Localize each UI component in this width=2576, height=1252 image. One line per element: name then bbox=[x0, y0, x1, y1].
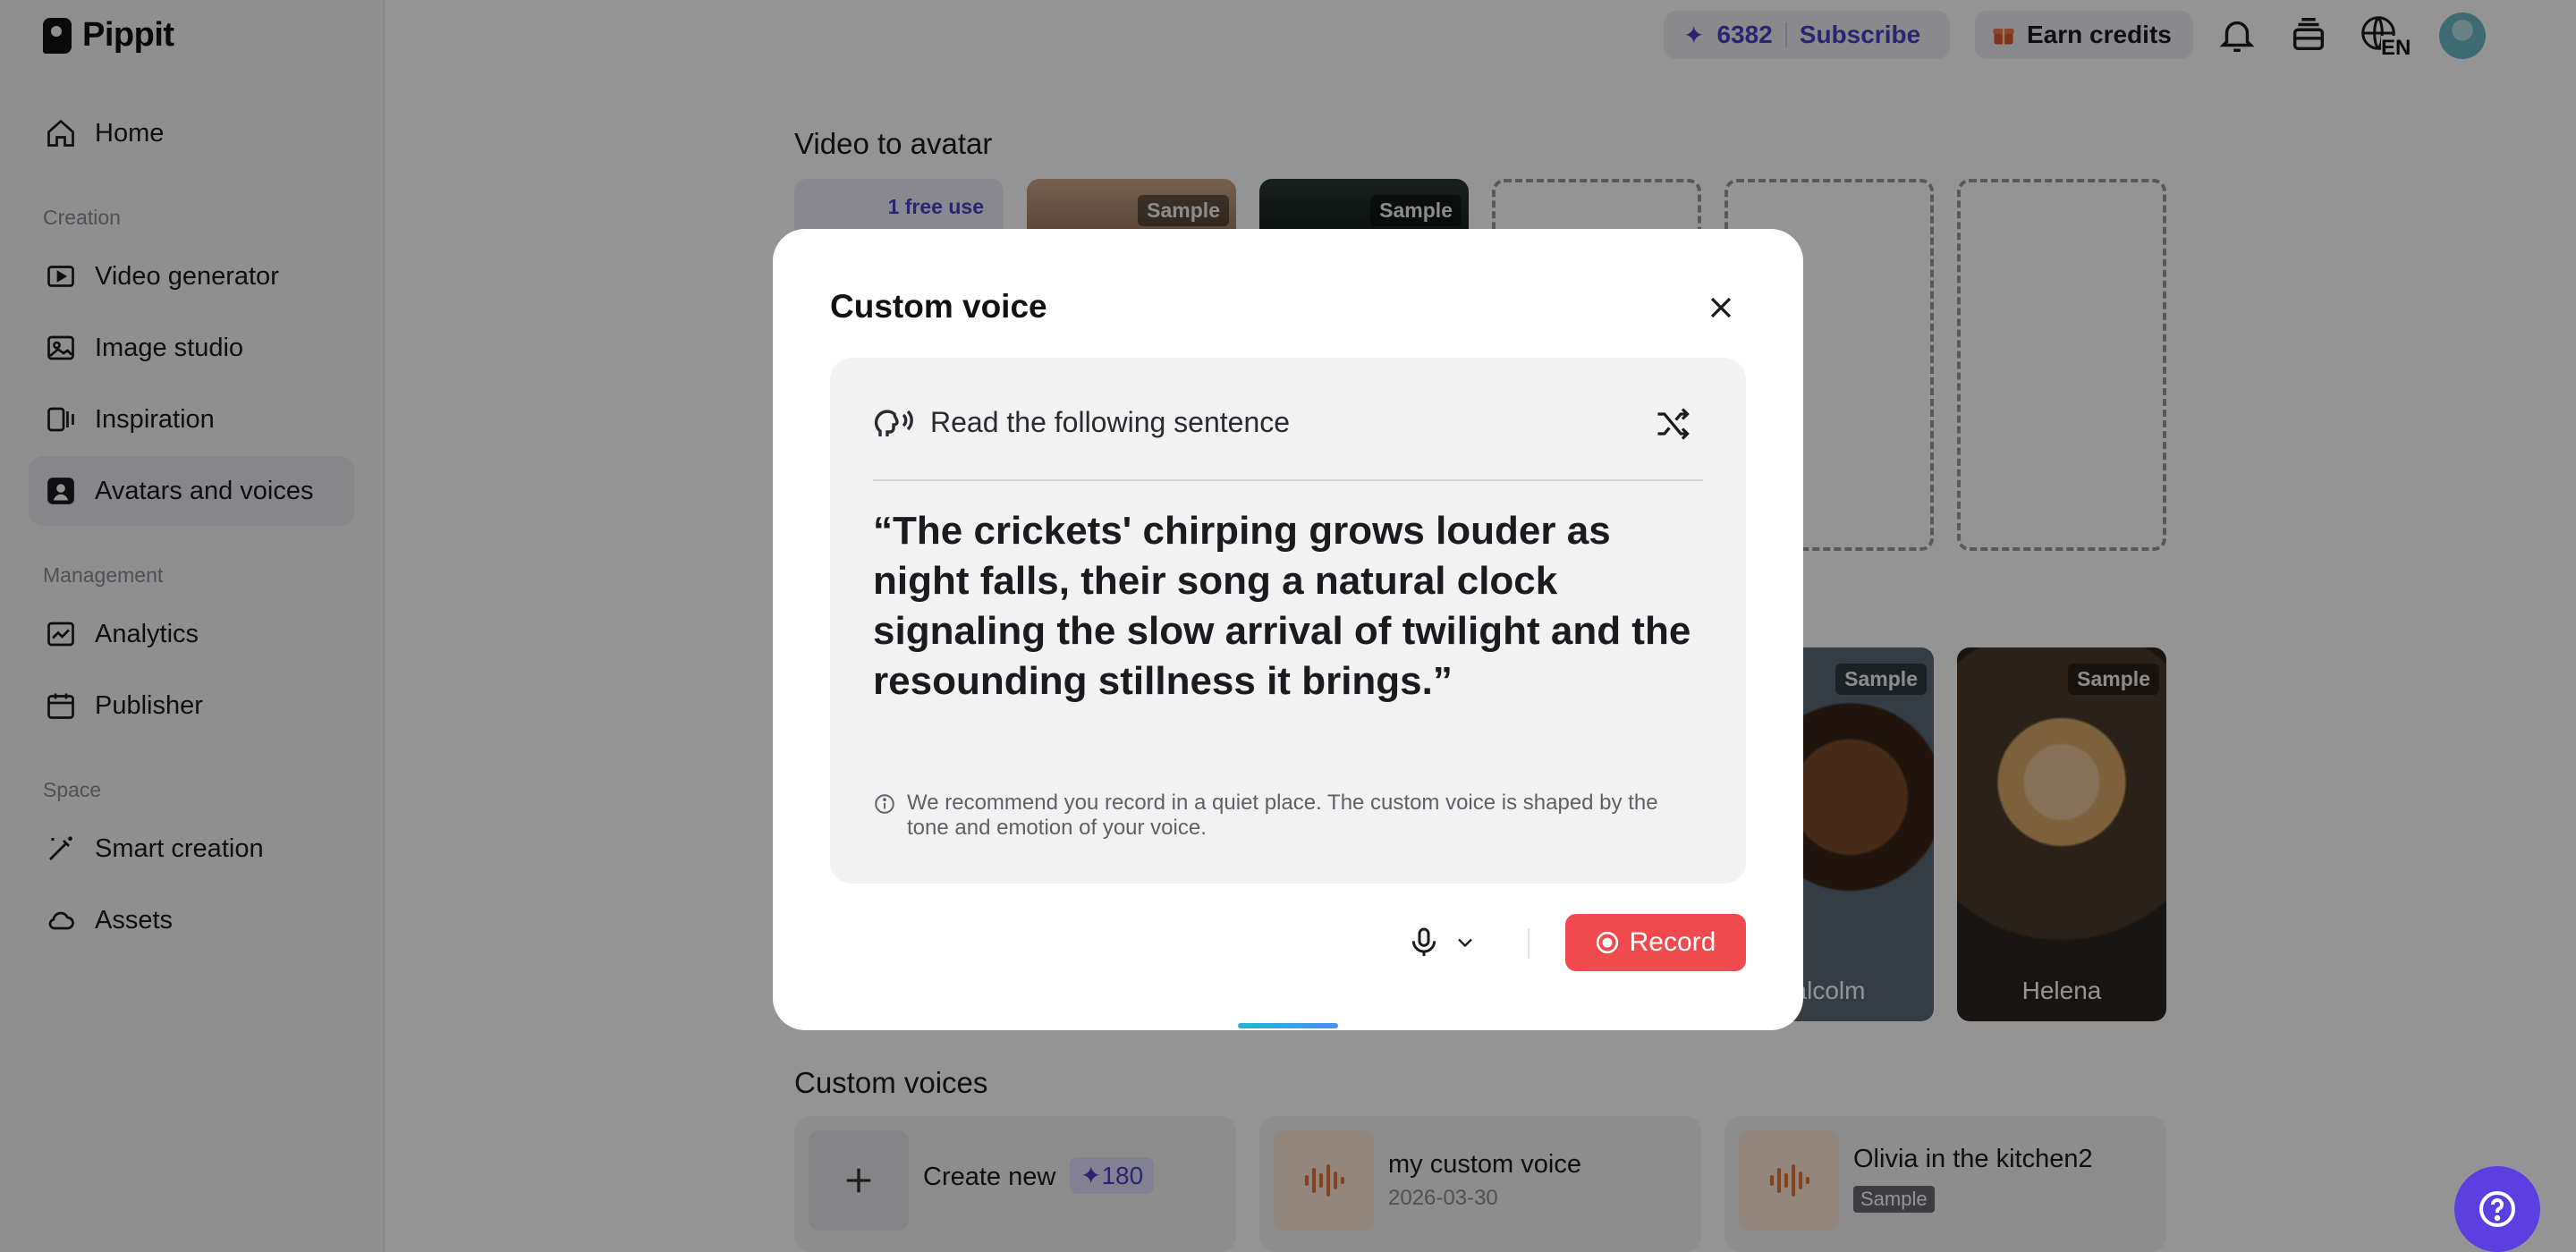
record-icon bbox=[1596, 931, 1618, 954]
recording-tip: We recommend you record in a quiet place… bbox=[873, 791, 1678, 841]
close-icon[interactable] bbox=[1703, 290, 1739, 326]
chevron-down-icon bbox=[1458, 938, 1472, 948]
question-icon bbox=[2479, 1191, 2515, 1227]
loading-indicator bbox=[1238, 1023, 1338, 1028]
modal-title: Custom voice bbox=[830, 288, 1047, 325]
prompt-sentence: “The crickets' chirping grows louder as … bbox=[873, 509, 1691, 703]
microphone-icon bbox=[1411, 927, 1436, 956]
divider bbox=[873, 479, 1703, 481]
divider bbox=[1528, 928, 1530, 959]
custom-voice-modal: Custom voice Read the following sentence… bbox=[773, 229, 1803, 1030]
recording-tip-text: We recommend you record in a quiet place… bbox=[907, 791, 1658, 840]
read-header-label: Read the following sentence bbox=[930, 405, 1291, 438]
record-label: Record bbox=[1629, 927, 1716, 957]
speaking-head-icon bbox=[874, 410, 913, 436]
record-button[interactable]: Record bbox=[1565, 914, 1746, 971]
info-icon bbox=[875, 794, 894, 814]
help-button[interactable] bbox=[2454, 1166, 2540, 1252]
read-sentence-panel: Read the following sentence “The cricket… bbox=[830, 358, 1746, 884]
microphone-selector[interactable] bbox=[1406, 925, 1478, 960]
read-header: Read the following sentence bbox=[873, 401, 1290, 444]
shuffle-icon[interactable] bbox=[1653, 404, 1692, 444]
